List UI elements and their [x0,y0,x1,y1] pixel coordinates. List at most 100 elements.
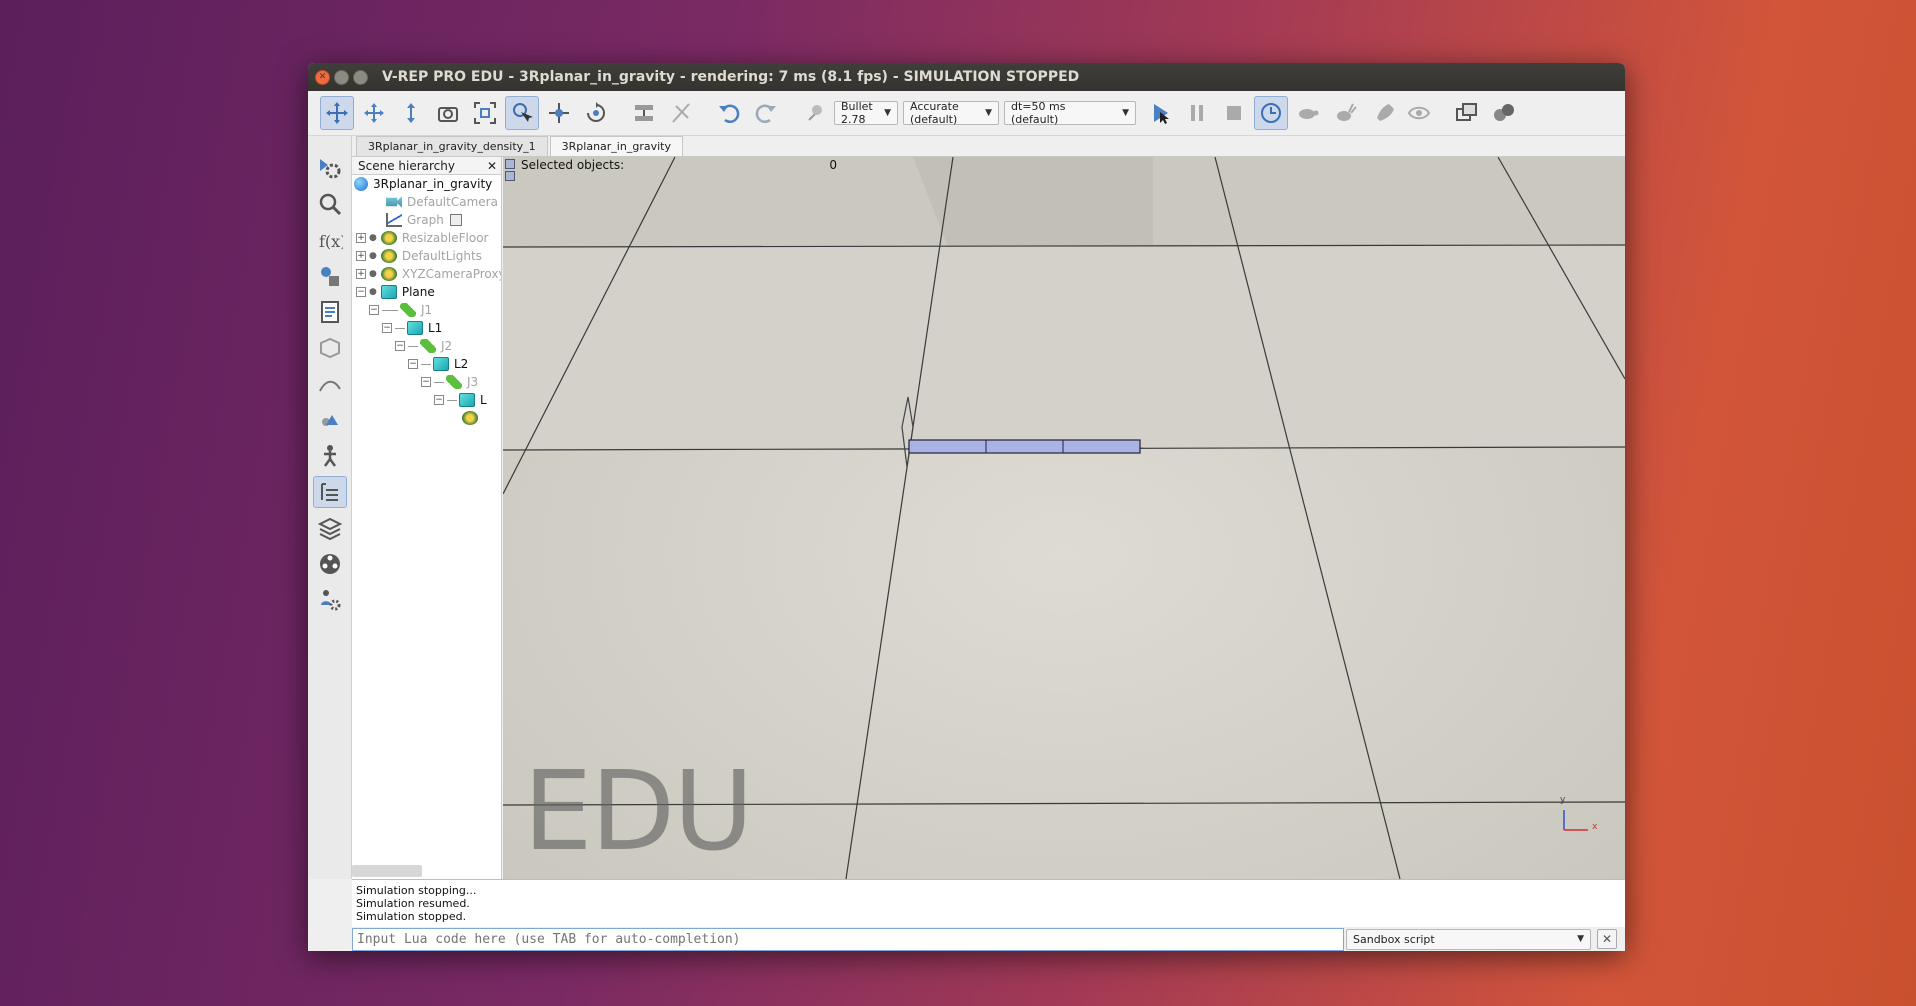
simulation-settings-button[interactable] [313,152,347,184]
layers-button[interactable] [313,512,347,544]
user-gear-icon [320,590,340,611]
model-browser-side-button[interactable] [313,440,347,472]
video-recorder-button[interactable] [313,548,347,580]
selected-objects-value: 0 [829,158,837,172]
expand-icon[interactable]: + [356,251,366,261]
user-settings-button[interactable] [313,584,347,616]
collapse-icon[interactable]: − [395,341,405,351]
fit-to-view-button[interactable] [468,96,502,130]
tree-item-l3-child[interactable] [352,409,501,427]
script-target-select[interactable]: Sandbox script ▼ [1346,928,1591,950]
lua-code-input[interactable] [352,927,1344,951]
scene-viewport[interactable]: y x Selected objects: 0 EDU [503,157,1625,879]
object-rotate-button[interactable] [579,96,613,130]
globe-icon [354,177,368,191]
tree-item-l2[interactable]: − L2 [352,355,501,373]
collections-button[interactable] [313,260,347,292]
expand-icon[interactable]: + [356,233,366,243]
timestep-select[interactable]: dt=50 ms (default) ▼ [1004,100,1136,126]
camera-pan-button[interactable] [320,96,354,130]
scripts-button[interactable] [313,296,347,328]
hierarchy-scrollbar[interactable] [352,865,422,877]
tree-item-scene[interactable]: 3Rplanar_in_gravity [352,175,501,193]
close-window-button[interactable]: ✕ [315,69,330,85]
undo-icon [719,104,740,123]
tab-scene-1[interactable]: 3Rplanar_in_gravity_density_1 [356,136,548,156]
collapse-icon[interactable]: − [382,323,392,333]
camera-rotate-button[interactable] [357,96,391,130]
assemble-button[interactable] [627,96,661,130]
visualization-toggle-button[interactable] [1402,96,1436,130]
lua-command-bar: Sandbox script ▼ ✕ [352,927,1625,951]
tree-item-lights[interactable]: + ● DefaultLights [352,247,501,265]
tree-item-l1[interactable]: − L1 [352,319,501,337]
tree-item-default-camera[interactable]: DefaultCamera [352,193,501,211]
tree-item-l3[interactable]: − L [352,391,501,409]
axis-x-label: x [1592,822,1598,832]
pause-icon [1191,105,1203,121]
tree-item-plane[interactable]: − ● Plane [352,283,501,301]
collapse-icon[interactable]: − [356,287,366,297]
assemble-icon [635,105,653,121]
scene-selector-button[interactable] [1450,96,1484,130]
stop-simulation-button[interactable] [1217,96,1251,130]
script-icon[interactable] [449,214,462,226]
tree-item-floor[interactable]: + ● ResizableFloor [352,229,501,247]
document-icon [320,301,339,323]
chevron-down-icon: ▼ [1122,108,1129,118]
tree-item-j1[interactable]: − J1 [352,301,501,319]
status-console: Simulation stopping... Simulation resume… [352,879,1625,931]
collapse-icon[interactable]: − [369,305,379,315]
speed-up-button[interactable] [1328,96,1362,130]
clear-console-button[interactable]: ✕ [1597,929,1617,949]
undo-button[interactable] [712,96,746,130]
tree-item-j2[interactable]: − J2 [352,337,501,355]
model-dot-icon: ● [369,287,377,297]
minimize-window-button[interactable] [334,69,349,85]
tab-scene-2[interactable]: 3Rplanar_in_gravity [549,136,683,156]
model-browser-button[interactable] [1487,96,1521,130]
slow-down-button[interactable] [1291,96,1325,130]
camera-shift-button[interactable] [394,96,428,130]
accuracy-select[interactable]: Accurate (default) ▼ [903,100,999,126]
expand-icon[interactable]: + [356,269,366,279]
shape-edit-button[interactable] [313,332,347,364]
tree-item-label: L2 [454,357,469,371]
camera-object-icon [386,196,402,208]
physics-engine-value: Bullet 2.78 [841,100,873,126]
start-simulation-button[interactable] [1143,96,1177,130]
selection-button[interactable] [313,404,347,436]
camera-icon [438,107,458,122]
maximize-window-button[interactable] [353,69,368,85]
collapse-icon[interactable]: − [434,395,444,405]
left-toolbar: f(x) [308,136,352,879]
dynamics-toggle-button[interactable] [797,96,831,130]
tree-item-j3[interactable]: − J3 [352,373,501,391]
scene-object-properties-button[interactable] [313,188,347,220]
redo-button[interactable] [749,96,783,130]
close-icon[interactable]: ✕ [487,159,497,173]
collapse-icon[interactable]: − [408,359,418,369]
tree-item-graph[interactable]: Graph [352,211,501,229]
hierarchy-title: Scene hierarchy [358,158,455,173]
viewport-mini-button[interactable] [505,171,515,181]
clock-icon [1261,103,1281,123]
chevron-down-icon: ▼ [985,108,992,118]
object-shift-button[interactable] [542,96,576,130]
click-select-button[interactable] [505,96,539,130]
transfer-dna-button[interactable] [664,96,698,130]
gear-icon [319,159,340,179]
physics-engine-select[interactable]: Bullet 2.78 ▼ [834,100,898,126]
calculation-module-button[interactable]: f(x) [313,224,347,256]
collapse-icon[interactable]: − [421,377,431,387]
threaded-rendering-button[interactable] [1365,96,1399,130]
camera-opening-button[interactable] [431,96,465,130]
model-icon [380,249,397,263]
viewport-mini-button[interactable] [505,159,515,169]
real-time-mode-button[interactable] [1254,96,1288,130]
tree-item-camera-proxy[interactable]: + ● XYZCameraProxy [352,265,501,283]
pause-simulation-button[interactable] [1180,96,1214,130]
path-edit-button[interactable] [313,368,347,400]
scene-hierarchy-toggle-button[interactable] [312,476,347,508]
tree-item-label: J3 [467,375,479,389]
